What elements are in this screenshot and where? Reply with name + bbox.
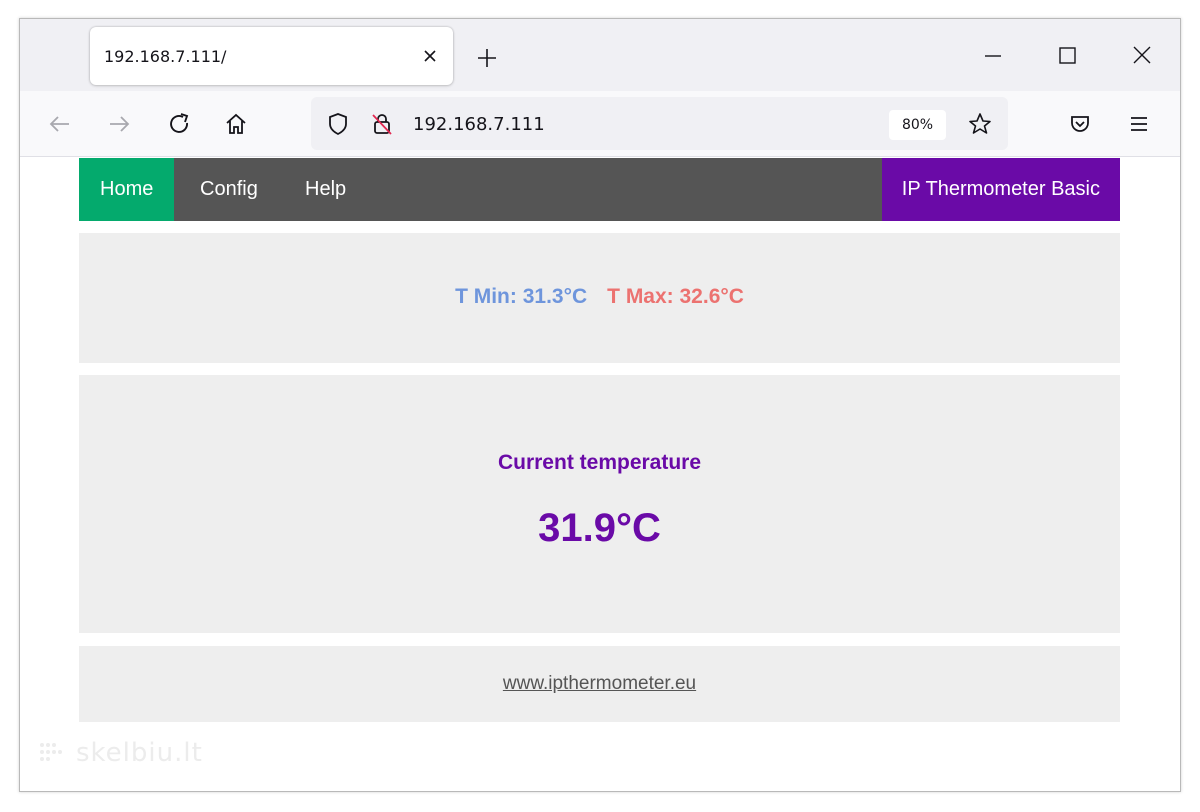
close-icon[interactable] (417, 43, 443, 69)
nav-home-link[interactable]: Home (79, 158, 175, 221)
navigation-bar: 192.168.7.111 80% (20, 91, 1180, 157)
web-page: Home Config Help IP Thermometer Basic T … (20, 158, 1180, 791)
current-temperature-label: Current temperature (497, 451, 702, 474)
pocket-icon[interactable] (1065, 109, 1095, 139)
window-close-icon[interactable] (1118, 37, 1164, 73)
new-tab-icon[interactable] (470, 41, 504, 75)
min-temperature: T Min: 31.3°C (455, 285, 588, 308)
back-icon[interactable] (45, 109, 75, 139)
brand-title: IP Thermometer Basic (881, 158, 1120, 221)
reload-icon[interactable] (164, 109, 194, 139)
url-text[interactable]: 192.168.7.111 (413, 114, 545, 135)
nav-help-link[interactable]: Help (284, 158, 367, 221)
shield-icon[interactable] (323, 109, 353, 139)
footer-panel: www.ipthermometer.eu (79, 646, 1120, 722)
nav-config-link[interactable]: Config (179, 158, 279, 221)
menu-icon[interactable] (1124, 109, 1154, 139)
current-temperature-panel: Current temperature 31.9°C (79, 375, 1120, 633)
max-temperature: T Max: 32.6°C (607, 285, 744, 308)
zoom-level-button[interactable]: 80% (889, 110, 946, 140)
forward-icon[interactable] (104, 109, 134, 139)
minimize-icon[interactable] (970, 37, 1016, 73)
browser-window: 192.168.7.111/ 192.168.7.111 80% Home Co… (19, 18, 1181, 792)
tab-strip: 192.168.7.111/ (20, 19, 1180, 91)
browser-tab[interactable]: 192.168.7.111/ (90, 27, 453, 85)
watermark: skelbiu.lt (36, 738, 203, 768)
tab-title: 192.168.7.111/ (104, 47, 227, 66)
site-navigation: Home Config Help IP Thermometer Basic (79, 158, 1120, 221)
watermark-text: skelbiu.lt (76, 738, 203, 768)
min-max-readout: T Min: 31.3°C T Max: 32.6°C (79, 285, 1120, 309)
url-bar[interactable]: 192.168.7.111 80% (311, 97, 1008, 150)
bookmark-star-icon[interactable] (965, 109, 995, 139)
current-temperature-value: 31.9°C (538, 506, 661, 550)
insecure-lock-icon[interactable] (367, 109, 397, 139)
website-link[interactable]: www.ipthermometer.eu (79, 673, 1120, 695)
min-max-panel: T Min: 31.3°C T Max: 32.6°C (79, 233, 1120, 363)
watermark-logo-icon (40, 743, 62, 761)
home-icon[interactable] (221, 109, 251, 139)
maximize-icon[interactable] (1044, 37, 1090, 73)
